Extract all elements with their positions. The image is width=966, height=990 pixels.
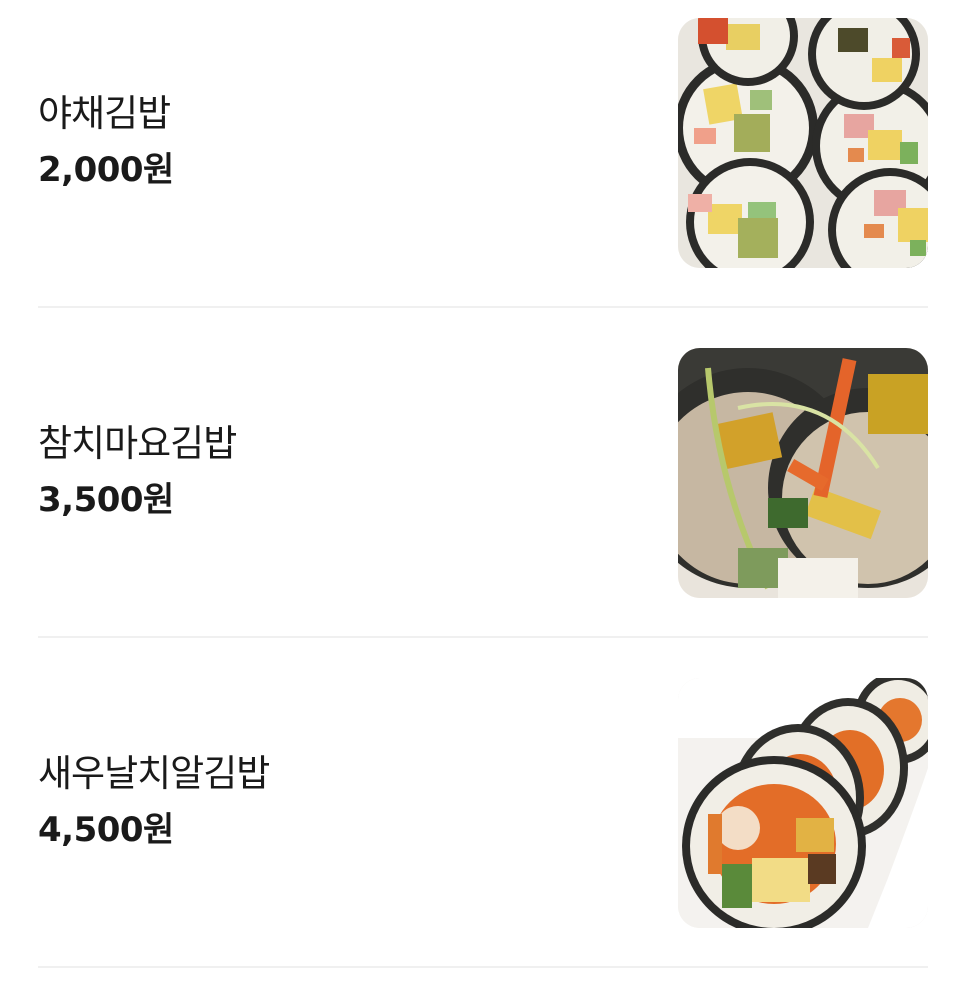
menu-list: 야채김밥 2,000원 참치마요김밥 3,500원 새우날치알김밥 4,500원 (0, 0, 966, 976)
menu-item-photo[interactable] (678, 678, 928, 928)
divider (38, 306, 928, 308)
menu-item-tuna-mayo-kimbap[interactable]: 참치마요김밥 3,500원 (38, 330, 928, 660)
menu-item-photo[interactable] (678, 348, 928, 598)
menu-item-name: 야채김밥 (38, 92, 171, 135)
menu-item-vegetable-kimbap[interactable]: 야채김밥 2,000원 (38, 0, 928, 330)
menu-item-price: 2,000원 (38, 150, 174, 190)
menu-item-photo[interactable] (678, 18, 928, 268)
divider (38, 636, 928, 638)
kimbap-vegetable-photo (678, 18, 928, 268)
divider (38, 966, 928, 968)
menu-item-name: 참치마요김밥 (38, 422, 237, 465)
kimbap-tuna-mayo-photo (678, 348, 928, 598)
menu-item-name: 새우날치알김밥 (38, 752, 270, 795)
menu-item-price: 4,500원 (38, 810, 174, 850)
menu-item-shrimp-roe-kimbap[interactable]: 새우날치알김밥 4,500원 (38, 660, 928, 990)
menu-item-price: 3,500원 (38, 480, 174, 520)
kimbap-shrimp-roe-photo (678, 678, 928, 928)
